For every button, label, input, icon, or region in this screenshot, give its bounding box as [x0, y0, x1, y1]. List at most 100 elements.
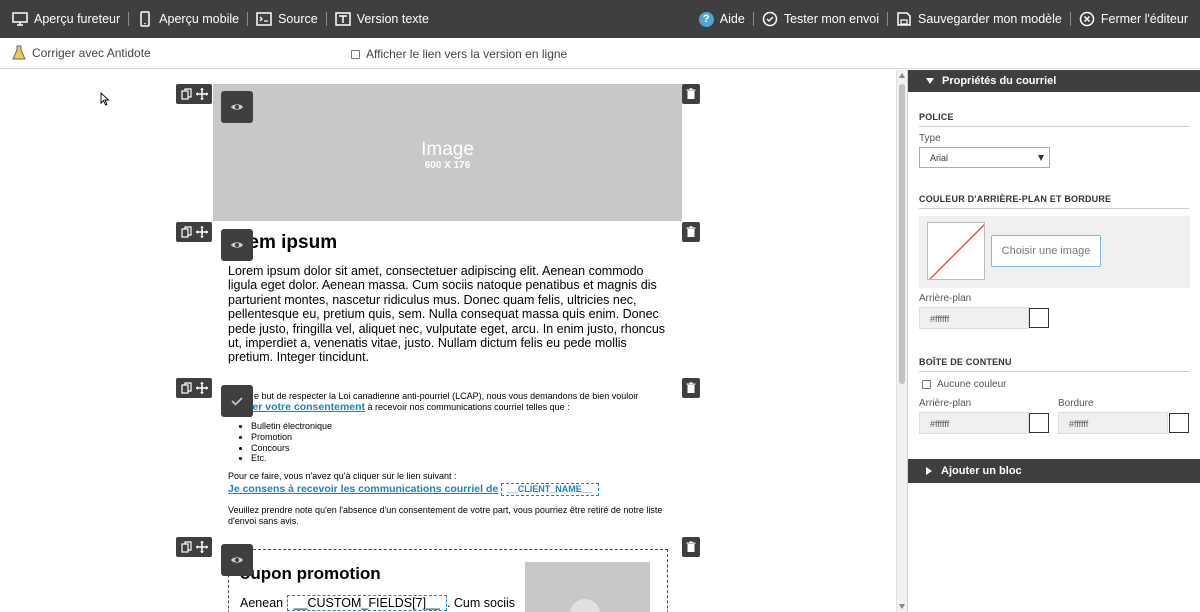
copy-icon[interactable] [180, 226, 193, 238]
close-editor-label: Fermer l'éditeur [1100, 12, 1188, 26]
list-item: Bulletin électronique [251, 421, 668, 432]
text-block[interactable]: rem ipsum Lorem ipsum dolor sit amet, co… [228, 232, 668, 365]
content-background-label: Arrière-plan [919, 398, 972, 409]
add-block-label: Ajouter un bloc [941, 465, 1022, 477]
editor-canvas: Image 600 X 176 rem ipsum Lorem ipsum do… [0, 70, 896, 612]
choose-image-button[interactable]: Choisir une image [991, 235, 1101, 267]
move-icon[interactable] [195, 226, 208, 238]
trash-icon [686, 226, 696, 237]
test-send-label: Tester mon envoi [783, 12, 880, 26]
scrollbar-thumb[interactable] [899, 84, 905, 384]
copy-icon[interactable] [180, 88, 193, 100]
save-model-label: Sauvegarder mon modèle [918, 12, 1062, 26]
background-color-swatch[interactable] [1029, 308, 1049, 328]
collapse-icon [926, 78, 934, 84]
communication-list: Bulletin électronique Promotion Concours… [251, 421, 668, 464]
text-block-body: Lorem ipsum dolor sit amet, consectetuer… [228, 264, 666, 365]
custom-field-token[interactable]: __CUSTOM_FIELDS[7]__ [286, 595, 447, 611]
content-background-input[interactable]: #ffffff [919, 412, 1029, 434]
consent-note: Veuillez prendre note qu'en l'absence d'… [228, 505, 663, 527]
border-color-swatch[interactable] [1169, 413, 1189, 433]
client-name-field[interactable]: __CLIENT_NAME__ [500, 483, 599, 497]
move-icon[interactable] [195, 88, 208, 100]
block-controls [176, 222, 212, 242]
mobile-icon [140, 11, 150, 27]
delete-block-button[interactable] [682, 222, 700, 242]
border-label: Bordure [1058, 398, 1094, 409]
check-circle-icon [762, 11, 778, 27]
coupon-block[interactable]: oupon promotion Aenean __CUSTOM_FIELDS[7… [228, 549, 668, 612]
text-frame-icon [334, 12, 351, 26]
browser-preview-button[interactable]: Aperçu fureteur [4, 0, 128, 38]
online-link-toggle[interactable]: Afficher le lien vers la version en lign… [351, 47, 567, 61]
confirm-consent-link[interactable]: rmer votre consentement [239, 401, 365, 413]
save-icon [897, 12, 911, 26]
coupon-image-placeholder[interactable] [525, 562, 650, 612]
no-color-checkbox[interactable] [922, 380, 931, 389]
options-bar: Corriger avec Antidote Afficher le lien … [0, 38, 1200, 69]
text-version-button[interactable]: Version texte [327, 0, 437, 38]
test-send-button[interactable]: Tester mon envoi [754, 0, 887, 38]
background-section-title: COULEUR D'ARRIÈRE-PLAN ET BORDURE [919, 194, 1189, 209]
source-button[interactable]: Source [248, 0, 326, 38]
add-block-header[interactable]: Ajouter un bloc [908, 459, 1200, 483]
online-link-label: Afficher le lien vers la version en lign… [366, 47, 568, 61]
save-model-button[interactable]: Sauvegarder mon modèle [888, 0, 1070, 38]
coupon-text: Aenean __CUSTOM_FIELDS[7]__. Cum sociis [240, 595, 515, 611]
consent-link[interactable]: Je consens à recevoir les communications… [228, 483, 498, 495]
border-color-input[interactable]: #ffffff [1058, 412, 1168, 434]
no-color-toggle[interactable]: Aucune couleur [922, 379, 1007, 390]
help-button[interactable]: ? Aide [691, 0, 753, 38]
block-controls [176, 84, 212, 104]
trash-icon [686, 541, 696, 552]
move-icon[interactable] [195, 541, 208, 553]
image-label: Image [421, 139, 474, 160]
help-label: Aide [719, 12, 745, 26]
content-box-section-title: BOÎTE DE CONTENU [919, 357, 1189, 372]
type-label: Type [919, 133, 941, 144]
properties-header[interactable]: Propriétés du courriel [908, 70, 1200, 92]
antidote-label: Corriger avec Antidote [32, 46, 151, 60]
font-type-select[interactable]: Arial [919, 147, 1050, 168]
delete-block-button[interactable] [682, 84, 700, 104]
selected-block-indicator[interactable] [221, 385, 253, 417]
checkmark-icon [231, 397, 243, 406]
scroll-up-icon[interactable] [899, 73, 905, 78]
image-placeholder[interactable]: Image 600 X 176 [213, 84, 682, 221]
expand-icon [926, 467, 932, 475]
scroll-down-icon[interactable] [899, 604, 905, 609]
delete-block-button[interactable] [682, 378, 700, 398]
delete-block-button[interactable] [682, 537, 700, 557]
background-color-input[interactable]: #ffffff [919, 307, 1029, 329]
background-preview[interactable] [927, 222, 985, 280]
move-icon[interactable] [195, 382, 208, 394]
list-item: Concours [251, 443, 668, 454]
code-window-icon [256, 12, 272, 26]
visibility-toggle[interactable] [221, 544, 253, 576]
canvas-scrollbar[interactable] [896, 70, 907, 612]
close-circle-icon [1079, 11, 1095, 27]
antidote-button[interactable]: Corriger avec Antidote [12, 45, 151, 61]
consent-block[interactable]: e but de respecter la Loi canadienne ant… [228, 391, 668, 527]
consent-click-text: Pour ce faire, vous n'avez qu'à cliquer … [228, 471, 457, 482]
mobile-preview-button[interactable]: Aperçu mobile [129, 0, 247, 38]
coupon-text-start: Aenean [240, 596, 284, 610]
close-editor-button[interactable]: Fermer l'éditeur [1071, 0, 1196, 38]
top-toolbar: Aperçu fureteur Aperçu mobile Source Ver… [0, 0, 1200, 38]
block-controls [176, 537, 212, 557]
flask-icon [12, 45, 26, 60]
visibility-toggle[interactable] [221, 229, 253, 261]
monitor-icon [12, 12, 28, 26]
properties-panel: Propriétés du courriel POLICE Type Arial… [907, 70, 1200, 612]
no-color-icon [929, 224, 984, 279]
content-background-swatch[interactable] [1029, 413, 1049, 433]
eye-icon [231, 242, 243, 248]
visibility-toggle[interactable] [221, 91, 253, 123]
copy-icon[interactable] [180, 382, 193, 394]
copy-icon[interactable] [180, 541, 193, 553]
no-color-label: Aucune couleur [937, 379, 1007, 390]
online-link-checkbox[interactable] [351, 49, 360, 59]
eye-icon [231, 557, 243, 563]
consent-link-line: Je consens à recevoir les communications… [228, 483, 668, 497]
text-version-label: Version texte [356, 12, 429, 26]
